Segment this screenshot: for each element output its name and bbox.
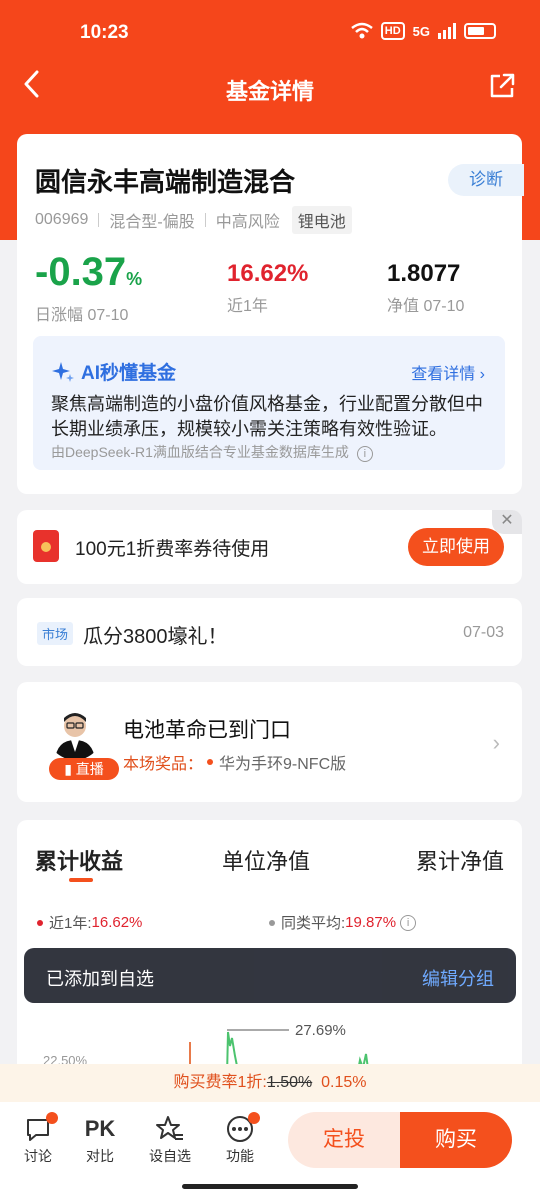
market-date: 07-03 xyxy=(463,624,504,641)
coupon-card: 100元1折费率券待使用 立即使用 ✕ xyxy=(17,510,522,584)
daily-change-label: 日涨幅 07-10 xyxy=(35,307,129,324)
nav-metric: 1.8077 净值 07-10 xyxy=(387,260,464,316)
peak-label: 27.69% xyxy=(295,1022,346,1039)
fund-risk: 中高风险 xyxy=(215,214,280,231)
coupon-text: 100元1折费率券待使用 xyxy=(75,539,270,560)
daily-change-metric: -0.37% 日涨幅 07-10 xyxy=(35,252,142,325)
compare-button[interactable]: PK 对比 xyxy=(72,1112,128,1166)
info-icon[interactable]: i xyxy=(356,446,373,462)
chevron-right-icon: › xyxy=(492,730,500,755)
status-bar: 10:23 HD 5G xyxy=(0,0,540,68)
ai-title: AI秒懂基金 xyxy=(51,358,176,385)
network-label: 5G xyxy=(412,23,430,39)
diagnose-button[interactable]: 诊断 xyxy=(448,164,524,196)
ai-summary-box[interactable]: AI秒懂基金 查看详情 › 聚焦高端制造的小盘价值风格基金，行业配置分散但中长期… xyxy=(33,336,505,470)
divider xyxy=(98,213,100,227)
fee-banner: 购买费率1折:1.50% 0.15% xyxy=(0,1064,540,1102)
page-title: 基金详情 xyxy=(225,79,314,104)
signal-icon xyxy=(438,23,456,39)
old-fee: 1.50% xyxy=(266,1074,313,1091)
star-icon xyxy=(156,1116,183,1140)
nav-bar: 基金详情 xyxy=(0,68,540,110)
host-avatar xyxy=(47,704,103,760)
new-fee: 0.15% xyxy=(321,1074,367,1091)
nav-value: 1.8077 xyxy=(387,260,461,287)
live-prize: 本场奖品： 华为手环9-NFC版 xyxy=(123,756,347,773)
year-return-value: 16.62% xyxy=(227,260,309,287)
more-functions-button[interactable]: 功能 xyxy=(212,1112,268,1166)
status-time: 10:23 xyxy=(80,22,129,43)
auto-invest-button[interactable]: 定投 xyxy=(288,1112,400,1168)
market-tag: 市场 xyxy=(37,622,74,645)
sparkle-icon xyxy=(52,361,74,382)
use-coupon-button[interactable]: 立即使用 xyxy=(408,528,504,566)
notification-dot xyxy=(46,1112,58,1124)
ai-title-text: AI秒懂基金 xyxy=(81,363,177,384)
year-return-metric: 16.62% 近1年 xyxy=(227,260,308,316)
fund-info-card: 圆信永丰高端制造混合 诊断 006969 混合型-偏股 中高风险 锂电池 -0.… xyxy=(17,134,524,494)
market-text: 瓜分3800壕礼！ xyxy=(83,626,228,648)
tab-cumulative-return[interactable]: 累计收益 xyxy=(35,844,123,876)
home-indicator[interactable] xyxy=(182,1184,358,1189)
status-icons: HD 5G xyxy=(350,22,496,40)
add-watchlist-button[interactable]: 设自选 xyxy=(142,1112,198,1166)
tab-unit-nav[interactable]: 单位净值 xyxy=(222,844,310,876)
market-card[interactable]: 市场 瓜分3800壕礼！ 07-03 xyxy=(17,598,522,666)
toast-message: 已添加到自选 xyxy=(46,969,154,989)
buy-button[interactable]: 购买 xyxy=(400,1112,512,1168)
discuss-button[interactable]: 讨论 xyxy=(10,1112,66,1166)
edit-group-button[interactable]: 编辑分组 xyxy=(422,965,494,991)
peer-average-stat: 同类平均: 19.87% i xyxy=(269,912,417,933)
active-tab-indicator xyxy=(69,878,93,882)
live-badge: ▮ 直播 xyxy=(49,758,119,780)
nav-label: 净值 07-10 xyxy=(387,298,465,315)
ai-source: 由DeepSeek-R1满血版结合专业基金数据库生成 i xyxy=(51,442,373,462)
live-title: 电池革命已到门口 xyxy=(123,719,291,742)
red-envelope-icon xyxy=(33,530,59,562)
fund-type: 混合型-偏股 xyxy=(109,214,195,231)
live-card[interactable]: ▮ 直播 电池革命已到门口 本场奖品： 华为手环9-NFC版 › xyxy=(17,682,522,802)
toast-notification: 已添加到自选 编辑分组 xyxy=(24,948,516,1003)
close-icon[interactable]: ✕ xyxy=(492,510,522,534)
notification-dot xyxy=(248,1112,260,1124)
fund-return-stat: 近1年: 16.62% xyxy=(37,912,142,933)
ai-summary-text: 聚焦高端制造的小盘价值风格基金，行业配置分散但中长期业绩承压，规模较小需关注策略… xyxy=(51,394,483,439)
chart-tabs: 累计收益 单位净值 累计净值 xyxy=(17,844,522,884)
info-icon[interactable]: i xyxy=(400,914,417,931)
battery-icon xyxy=(464,23,496,39)
divider xyxy=(204,213,206,227)
hd-icon: HD xyxy=(380,22,405,40)
theme-tag[interactable]: 锂电池 xyxy=(291,206,352,234)
pk-icon: PK xyxy=(84,1116,116,1141)
fund-name: 圆信永丰高端制造混合 xyxy=(35,167,296,197)
ai-more-link[interactable]: 查看详情 › xyxy=(411,360,485,384)
fund-meta: 006969 混合型-偏股 中高风险 锂电池 xyxy=(35,206,352,234)
year-return-label: 近1年 xyxy=(227,298,268,315)
tab-cumulative-nav[interactable]: 累计净值 xyxy=(416,844,504,876)
share-icon[interactable] xyxy=(488,72,516,100)
wifi-icon xyxy=(350,22,373,39)
fund-code: 006969 xyxy=(35,211,89,228)
daily-change-value: -0.37% xyxy=(35,250,143,294)
